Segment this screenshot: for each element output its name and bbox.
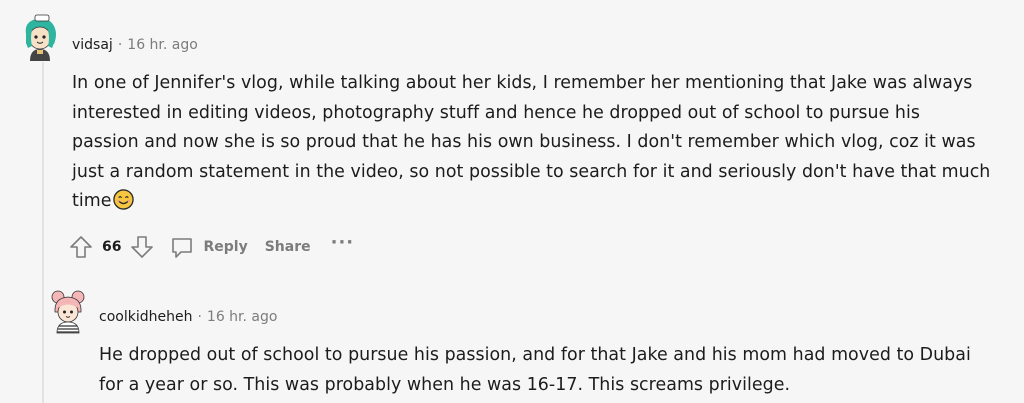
meta-separator: ·: [197, 309, 202, 325]
timestamp[interactable]: 16 hr. ago: [207, 309, 278, 325]
avatar[interactable]: [48, 288, 88, 334]
speech-bubble-icon: [169, 234, 195, 260]
smiling-face-emoji-icon: [112, 189, 134, 211]
timestamp[interactable]: 16 hr. ago: [127, 37, 198, 53]
comment-text: In one of Jennifer's vlog, while talking…: [72, 73, 991, 212]
username[interactable]: coolkidheheh: [99, 309, 192, 325]
comment-actions: 66 Reply Share ···: [68, 232, 354, 262]
comment-thread: vidsaj · 16 hr. ago In one of Jennifer's v…: [0, 0, 1024, 403]
comment-meta: vidsaj · 16 hr. ago: [72, 36, 198, 54]
comment-body: In one of Jennifer's vlog, while talking…: [72, 69, 992, 217]
username[interactable]: vidsaj: [72, 37, 113, 53]
downvote-arrow-icon[interactable]: [129, 234, 155, 260]
more-options-ellipsis-icon[interactable]: ···: [331, 234, 355, 252]
upvote-arrow-icon[interactable]: [68, 234, 94, 260]
reply-label: Reply: [203, 239, 248, 255]
reply-button[interactable]: Reply: [169, 234, 248, 260]
share-button[interactable]: Share: [265, 239, 311, 255]
avatar[interactable]: [18, 14, 62, 62]
vote-count: 66: [102, 239, 122, 255]
thread-line[interactable]: [42, 62, 44, 403]
meta-separator: ·: [117, 37, 123, 53]
reply-meta: coolkidheheh · 16 hr. ago: [99, 308, 277, 326]
reply-text: He dropped out of school to pursue his p…: [99, 345, 971, 395]
reply-body: He dropped out of school to pursue his p…: [99, 341, 999, 400]
